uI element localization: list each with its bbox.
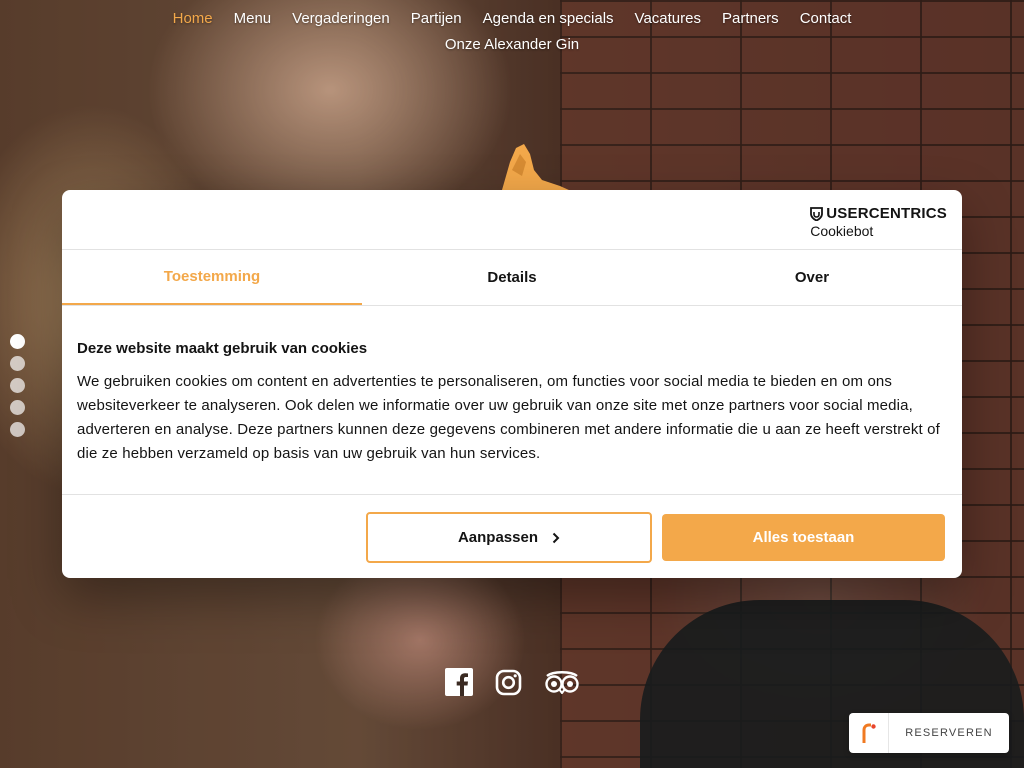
slider-dot[interactable] (10, 400, 25, 415)
instagram-icon[interactable] (495, 669, 522, 696)
nav-item-menu[interactable]: Menu (234, 6, 272, 32)
tab-over[interactable]: Over (662, 250, 962, 305)
slider-dot[interactable] (10, 422, 25, 437)
dialog-body: Deze website maakt gebruik van cookies W… (62, 306, 962, 495)
tripadvisor-icon[interactable] (544, 670, 580, 694)
customize-button-label: Aanpassen (457, 529, 539, 546)
site-logo (460, 144, 580, 195)
tab-toestemming[interactable]: Toestemming (62, 250, 362, 305)
brand-name: USERCENTRICS (826, 205, 947, 222)
dialog-tabs: Toestemming Details Over (62, 250, 962, 306)
facebook-icon[interactable] (445, 668, 473, 696)
chevron-right-icon (552, 532, 560, 543)
slider-dot[interactable] (10, 334, 25, 349)
main-navigation: Home Menu Vergaderingen Partijen Agenda … (0, 6, 1024, 58)
nav-item-partners[interactable]: Partners (722, 6, 779, 32)
slider-dot[interactable] (10, 378, 25, 393)
slider-dot[interactable] (10, 356, 25, 371)
nav-item-vergaderingen[interactable]: Vergaderingen (292, 6, 390, 32)
reserve-logo-icon (849, 713, 889, 753)
nav-item-alexander-gin[interactable]: Onze Alexander Gin (445, 32, 579, 58)
nav-item-vacatures[interactable]: Vacatures (635, 6, 701, 32)
brand-subtitle: Cookiebot (810, 223, 874, 239)
allow-all-button[interactable]: Alles toestaan (662, 514, 945, 561)
reserve-label: RESERVEREN (905, 727, 993, 739)
nav-item-agenda[interactable]: Agenda en specials (483, 6, 614, 32)
reserve-widget[interactable]: RESERVEREN (849, 713, 1009, 753)
nav-item-partijen[interactable]: Partijen (411, 6, 462, 32)
dialog-actions: Aanpassen Alles toestaan (62, 496, 962, 578)
dialog-header: USERCENTRICS Cookiebot (62, 190, 962, 250)
shield-icon (810, 206, 824, 221)
tab-details[interactable]: Details (362, 250, 662, 305)
slider-dots (10, 334, 25, 437)
cookiebot-brand: USERCENTRICS Cookiebot (810, 205, 947, 239)
nav-item-contact[interactable]: Contact (800, 6, 852, 32)
social-links (445, 668, 580, 696)
customize-button[interactable]: Aanpassen (366, 512, 652, 563)
cookie-consent-dialog: USERCENTRICS Cookiebot Toestemming Detai… (62, 190, 962, 578)
dialog-description: We gebruiken cookies om content en adver… (77, 373, 940, 462)
dialog-title: Deze website maakt gebruik van cookies (77, 340, 368, 357)
nav-item-home[interactable]: Home (173, 6, 213, 32)
